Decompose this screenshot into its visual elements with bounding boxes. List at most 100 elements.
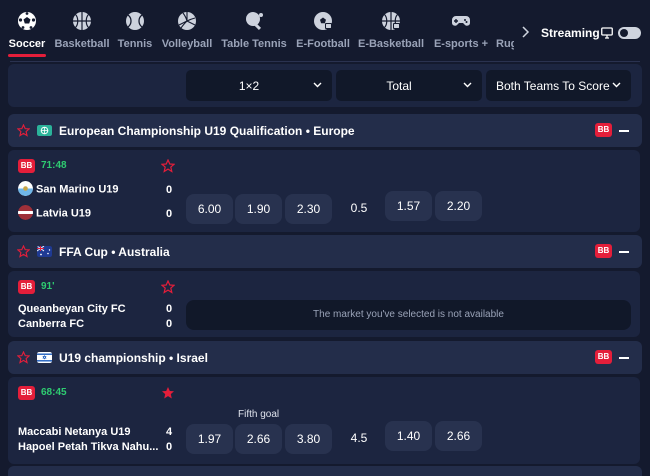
tab-e-basketball[interactable]: E-Basketball [357, 0, 425, 60]
score-away: 0 [166, 318, 173, 330]
match-card[interactable]: BB 68:45 Fifth goal Maccabi Netanya U19 … [8, 377, 640, 464]
tournament-name: FFA Cup • Australia [59, 245, 170, 259]
table-tennis-icon [246, 12, 263, 31]
odds-button-under[interactable]: 2.20 [435, 191, 482, 221]
odds-button-over[interactable]: 1.40 [385, 421, 432, 451]
sports-nav: Soccer Basketball Tennis Volleyball Tabl… [0, 0, 650, 60]
favorite-star-icon[interactable] [161, 159, 175, 173]
market-dropdown-1x2[interactable]: 1×2 [186, 70, 332, 101]
tournament-header[interactable]: FFA Cup • Australia BB [8, 235, 642, 268]
tab-basketball[interactable]: Basketball [54, 0, 110, 60]
san-marino-flag-icon [18, 181, 33, 196]
e-basketball-icon [382, 12, 400, 30]
active-tab-underline [8, 54, 46, 57]
collapse-icon[interactable] [619, 130, 629, 132]
team-name: San Marino U19 [36, 183, 119, 196]
odds-button-under[interactable]: 2.66 [435, 421, 482, 451]
europe-globe-flag-icon [37, 125, 52, 136]
total-param: 4.5 [350, 431, 368, 445]
gamepad-icon [452, 16, 470, 26]
tab-rugby[interactable]: Rug [496, 0, 514, 60]
e-football-icon [314, 12, 332, 30]
team-home: Queanbeyan City FC [18, 303, 126, 315]
odds-button-1[interactable]: 6.00 [186, 194, 233, 224]
tournament-header[interactable]: U19 championship • Israel BB [8, 341, 642, 374]
streaming-label: Streaming [541, 26, 600, 40]
tab-e-sports[interactable]: E-sports + [432, 0, 490, 60]
market-unavailable-message: The market you've selected is not availa… [186, 300, 631, 330]
score-away: 0 [166, 208, 173, 220]
chevron-right-icon[interactable] [520, 26, 530, 38]
team-name: Maccabi Netanya U19 [18, 426, 131, 438]
team-name: Latvia U19 [36, 207, 92, 220]
tab-label: E-Football [296, 38, 350, 50]
tab-label: E-Basketball [357, 38, 425, 50]
odds-button-2[interactable]: 3.80 [285, 424, 332, 454]
tennis-ball-icon [126, 12, 144, 30]
favorite-star-icon[interactable] [161, 280, 175, 294]
collapse-icon[interactable] [619, 357, 629, 359]
nav-divider [10, 61, 640, 62]
tab-label: E-sports + [433, 38, 489, 50]
team-away: Latvia U19 [18, 205, 92, 221]
chevron-down-icon [463, 82, 472, 88]
odds-button-x[interactable]: 2.66 [235, 424, 282, 454]
star-icon[interactable] [17, 245, 30, 258]
streaming-toggle[interactable] [618, 27, 641, 39]
collapse-icon[interactable] [619, 251, 629, 253]
bet-builder-badge: BB [595, 350, 612, 364]
tab-label: Tennis [117, 38, 153, 50]
chevron-down-icon [313, 82, 322, 88]
tab-label: Rug [496, 38, 514, 50]
tab-label: Table Tennis [221, 38, 287, 50]
odds-button-over[interactable]: 1.57 [385, 191, 432, 221]
star-icon[interactable] [17, 124, 30, 137]
odds-button-x[interactable]: 1.90 [235, 194, 282, 224]
basketball-icon [73, 12, 91, 30]
tab-table-tennis[interactable]: Table Tennis [220, 0, 288, 60]
tab-tennis[interactable]: Tennis [117, 0, 153, 60]
odds-button-2[interactable]: 2.30 [285, 194, 332, 224]
star-icon[interactable] [17, 351, 30, 364]
australia-flag-icon [37, 246, 52, 257]
match-event-note: Fifth goal [238, 409, 280, 420]
match-time: 71:48 [41, 160, 67, 171]
team-away: Hapoel Petah Tikva Nahu... [18, 441, 158, 453]
market-dropdown-total[interactable]: Total [336, 70, 482, 101]
score-away: 0 [166, 441, 173, 453]
match-time: 68:45 [41, 387, 67, 398]
market-dropdown-btts[interactable]: Both Teams To Score [486, 70, 631, 101]
tournament-header[interactable] [8, 466, 642, 476]
volleyball-icon [178, 12, 196, 30]
soccer-ball-icon [18, 12, 36, 30]
team-away: Canberra FC [18, 318, 84, 330]
tab-soccer[interactable]: Soccer [8, 0, 46, 60]
odds-button-1[interactable]: 1.97 [186, 424, 233, 454]
market-dropdown-label: Both Teams To Score [496, 79, 610, 93]
team-home: San Marino U19 [18, 181, 119, 197]
favorite-star-icon[interactable] [161, 386, 175, 400]
score-home: 0 [166, 184, 173, 196]
total-param: 0.5 [350, 201, 368, 215]
team-name: Queanbeyan City FC [18, 303, 126, 315]
match-time: 91' [41, 281, 55, 292]
tab-label: Volleyball [161, 38, 213, 50]
monitor-icon [601, 27, 613, 39]
tournament-header[interactable]: European Championship U19 Qualification … [8, 114, 642, 147]
match-card[interactable]: BB 71:48 San Marino U19 Latvia U19 0 0 6… [8, 150, 640, 232]
bet-builder-badge: BB [18, 159, 35, 173]
tab-volleyball[interactable]: Volleyball [160, 0, 214, 60]
bet-builder-badge: BB [18, 386, 35, 400]
market-dropdown-label: Total [386, 79, 412, 93]
bet-builder-badge: BB [595, 123, 612, 137]
team-name: Hapoel Petah Tikva Nahu... [18, 441, 159, 453]
score-home: 4 [166, 426, 173, 438]
tab-e-football[interactable]: E-Football [295, 0, 351, 60]
market-selector-bar: 1×2 Total Both Teams To Score [8, 64, 642, 107]
team-name: Canberra FC [18, 318, 85, 330]
match-card[interactable]: BB 91' Queanbeyan City FC Canberra FC 0 … [8, 271, 640, 337]
market-dropdown-label: 1×2 [238, 79, 260, 93]
israel-flag-icon [37, 352, 52, 363]
toggle-knob [620, 29, 628, 37]
latvia-flag-icon [18, 205, 33, 220]
